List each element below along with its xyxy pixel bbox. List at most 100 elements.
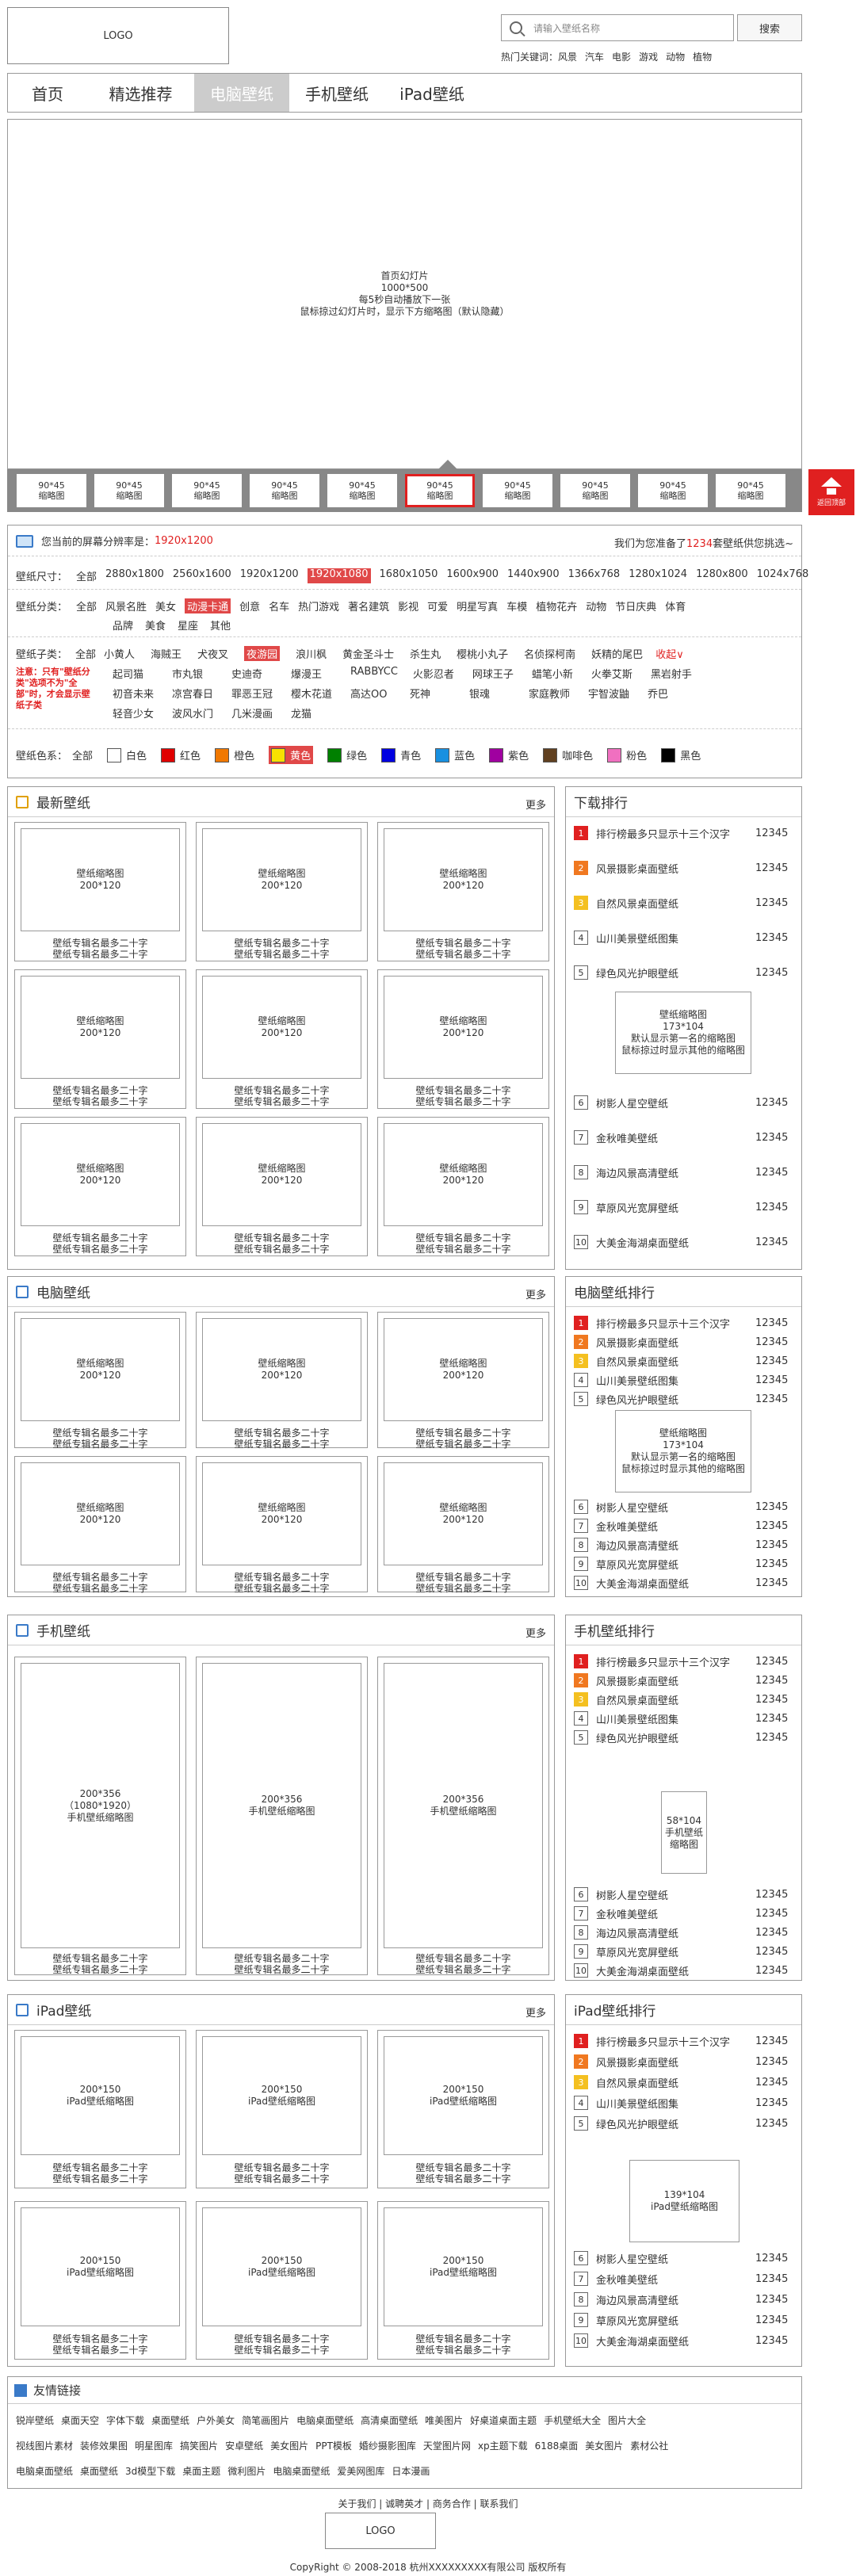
friend-link[interactable]: 锐岸壁纸	[16, 2414, 54, 2427]
filter-option[interactable]: 2560x1600	[173, 568, 231, 583]
filter-option[interactable]: 1280x800	[696, 568, 748, 583]
rank-item[interactable]: 9 草原风光宽屏壁纸 12345	[574, 1199, 793, 1215]
rank-item[interactable]: 10 大美金海湖桌面壁纸 12345	[574, 1575, 793, 1591]
rank-item[interactable]: 6 树影人星空壁纸 12345	[574, 1095, 793, 1110]
filter-option[interactable]: 乔巴	[648, 686, 692, 701]
back-to-top-button[interactable]: 返回顶部	[808, 469, 854, 515]
wallpaper-card[interactable]: 壁纸缩略图 200*120 壁纸专辑名最多二十字 壁纸专辑名最多二十字	[14, 1456, 186, 1594]
rank-item[interactable]: 8 海边风景高清壁纸 12345	[574, 1924, 793, 1940]
filter-option[interactable]: 1600x900	[446, 568, 499, 583]
slider-thumb[interactable]: 90*45 缩略图	[172, 474, 242, 507]
album-name[interactable]: 壁纸专辑名最多二十字	[197, 1439, 367, 1450]
wallpaper-thumbnail[interactable]: 200*356 手机壁纸缩略图	[202, 1663, 361, 1948]
wallpaper-thumbnail[interactable]: 壁纸缩略图 200*120	[384, 828, 543, 931]
wallpaper-card[interactable]: 壁纸缩略图 200*120 壁纸专辑名最多二十字 壁纸专辑名最多二十字	[196, 1456, 368, 1594]
album-name[interactable]: 壁纸专辑名最多二十字	[378, 1428, 548, 1439]
wallpaper-thumbnail[interactable]: 壁纸缩略图 200*120	[21, 1123, 180, 1226]
album-name[interactable]: 壁纸专辑名最多二十字	[378, 1953, 548, 1964]
nav-featured[interactable]: 精选推荐	[87, 74, 194, 112]
rank-thumbnail[interactable]: 139*104 iPad壁纸缩略图	[629, 2160, 739, 2242]
friend-link[interactable]: 高清桌面壁纸	[361, 2414, 418, 2427]
hot-keyword[interactable]: 风景	[558, 50, 577, 63]
nav-home[interactable]: 首页	[8, 74, 87, 112]
friend-link[interactable]: 搞笑图片	[180, 2439, 218, 2452]
friend-link[interactable]: 简笔画图片	[242, 2414, 289, 2427]
album-name[interactable]: 壁纸专辑名最多二十字	[378, 2345, 548, 2356]
wallpaper-thumbnail[interactable]: 壁纸缩略图 200*120	[202, 828, 361, 931]
hot-keyword[interactable]: 植物	[693, 50, 712, 63]
rank-item[interactable]: 1 排行榜最多只显示十三个汉字 12345	[574, 825, 793, 841]
friend-link[interactable]: 好桌道桌面主题	[470, 2414, 537, 2427]
rank-item[interactable]: 3 自然风景桌面壁纸 12345	[574, 2074, 793, 2090]
filter-option[interactable]: 火拳艾斯	[591, 666, 636, 681]
friend-link[interactable]: 美女图片	[585, 2439, 623, 2452]
filter-option[interactable]: 樱桃小丸子	[457, 646, 508, 661]
filter-option[interactable]: 全部	[76, 598, 97, 613]
filter-option[interactable]: 节日庆典	[615, 598, 656, 613]
filter-option[interactable]: 网球王子	[472, 666, 517, 681]
collapse-toggle[interactable]: 收起∨	[655, 646, 684, 661]
album-name[interactable]: 壁纸专辑名最多二十字	[15, 1233, 185, 1244]
album-name[interactable]: 壁纸专辑名最多二十字	[197, 2173, 367, 2184]
friend-link[interactable]: 图片大全	[608, 2414, 646, 2427]
filter-option[interactable]: 家庭教师	[529, 686, 573, 701]
filter-option[interactable]: 植物花卉	[536, 598, 577, 613]
album-name[interactable]: 壁纸专辑名最多二十字	[15, 2162, 185, 2173]
album-name[interactable]: 壁纸专辑名最多二十字	[15, 1572, 185, 1583]
rank-item[interactable]: 1 排行榜最多只显示十三个汉字 12345	[574, 1653, 793, 1669]
filter-option[interactable]: 黑岩射手	[651, 666, 695, 681]
album-name[interactable]: 壁纸专辑名最多二十字	[378, 1085, 548, 1096]
friend-link[interactable]: 6188桌面	[535, 2439, 579, 2452]
color-option[interactable]: 全部	[72, 747, 93, 762]
slider-thumb[interactable]: 90*45 缩略图	[327, 474, 397, 507]
rank-item[interactable]: 5 绿色风光护眼壁纸 12345	[574, 2115, 793, 2131]
filter-option[interactable]: 全部	[76, 568, 97, 583]
rank-item[interactable]: 7 金秋唯美壁纸 12345	[574, 2271, 793, 2287]
wallpaper-thumbnail[interactable]: 壁纸缩略图 200*120	[202, 1123, 361, 1226]
filter-option[interactable]: 龙猫	[291, 705, 335, 720]
wallpaper-card[interactable]: 壁纸缩略图 200*120 壁纸专辑名最多二十字 壁纸专辑名最多二十字	[377, 1312, 549, 1450]
nav-phone[interactable]: 手机壁纸	[289, 74, 384, 112]
filter-option[interactable]: 风景名胜	[105, 598, 147, 613]
album-name[interactable]: 壁纸专辑名最多二十字	[197, 1096, 367, 1107]
rank-item[interactable]: 8 海边风景高清壁纸 12345	[574, 2291, 793, 2307]
slider-thumb[interactable]: 90*45 缩略图	[94, 474, 164, 507]
filter-option[interactable]: 起司猫	[113, 666, 157, 681]
rank-item[interactable]: 6 树影人星空壁纸 12345	[574, 1886, 793, 1902]
wallpaper-card[interactable]: 壁纸缩略图 200*120 壁纸专辑名最多二十字 壁纸专辑名最多二十字	[14, 969, 186, 1109]
filter-option[interactable]: 杀生丸	[410, 646, 441, 661]
album-name[interactable]: 壁纸专辑名最多二十字	[378, 2162, 548, 2173]
friend-link[interactable]: 3d模型下载	[125, 2464, 175, 2478]
filter-option[interactable]: 1920x1080	[307, 568, 371, 583]
wallpaper-card[interactable]: 壁纸缩略图 200*120 壁纸专辑名最多二十字 壁纸专辑名最多二十字	[14, 1312, 186, 1450]
filter-option[interactable]: 初音未来	[113, 686, 157, 701]
filter-option[interactable]: 犬夜叉	[197, 646, 228, 661]
rank-item[interactable]: 1 排行榜最多只显示十三个汉字 12345	[574, 2033, 793, 2049]
wallpaper-thumbnail[interactable]: 壁纸缩略图 200*120	[384, 1318, 543, 1421]
rank-thumbnail[interactable]: 58*104 手机壁纸 缩略图	[661, 1791, 707, 1874]
wallpaper-thumbnail[interactable]: 200*150 iPad壁纸缩略图	[21, 2036, 180, 2155]
album-name[interactable]: 壁纸专辑名最多二十字	[197, 1085, 367, 1096]
friend-link[interactable]: 明星图库	[135, 2439, 173, 2452]
rank-item[interactable]: 3 自然风景桌面壁纸 12345	[574, 895, 793, 911]
rank-item[interactable]: 10 大美金海湖桌面壁纸 12345	[574, 2333, 793, 2349]
rank-item[interactable]: 2 风景摄影桌面壁纸 12345	[574, 2054, 793, 2070]
search-input[interactable]: 请输入壁纸名称	[501, 14, 734, 41]
album-name[interactable]: 壁纸专辑名最多二十字	[15, 938, 185, 949]
filter-option[interactable]: 车模	[506, 598, 527, 613]
filter-option[interactable]: 海贼王	[151, 646, 182, 661]
album-name[interactable]: 壁纸专辑名最多二十字	[378, 1244, 548, 1255]
friend-link[interactable]: 电脑桌面壁纸	[296, 2414, 353, 2427]
footer-links[interactable]: 关于我们 | 诚聘英才 | 商务合作 | 联系我们	[0, 2497, 856, 2510]
rank-thumbnail[interactable]: 壁纸缩略图 173*104 默认显示第一名的缩略图 鼠标掠过时显示其他的缩略图	[615, 1410, 751, 1492]
hot-keyword[interactable]: 游戏	[639, 50, 658, 63]
wallpaper-thumbnail[interactable]: 壁纸缩略图 200*120	[384, 1123, 543, 1226]
more-link[interactable]: 更多	[525, 1625, 546, 1640]
album-name[interactable]: 壁纸专辑名最多二十字	[378, 1439, 548, 1450]
friend-link[interactable]: 唯美图片	[425, 2414, 463, 2427]
wallpaper-thumbnail[interactable]: 壁纸缩略图 200*120	[21, 828, 180, 931]
hot-keyword[interactable]: 汽车	[585, 50, 604, 63]
filter-option[interactable]: 热门游戏	[298, 598, 339, 613]
filter-option[interactable]: 火影忍者	[413, 666, 457, 681]
album-name[interactable]: 壁纸专辑名最多二十字	[197, 1244, 367, 1255]
